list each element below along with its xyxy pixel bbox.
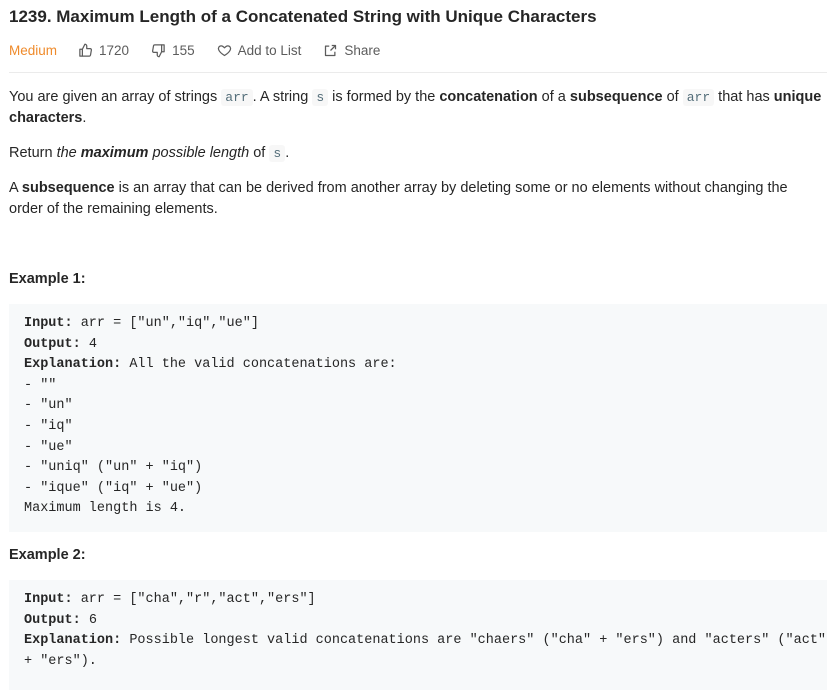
desc-text: You are given an array of strings — [9, 89, 222, 105]
explanation-line: + "ers"). — [24, 653, 97, 669]
input-value: arr = ["un","iq","ue"] — [72, 316, 259, 331]
desc-text: is formed by the — [328, 89, 440, 105]
desc-text: order of the remaining elements. — [9, 201, 218, 217]
explanation-line: - "iq" — [24, 418, 73, 434]
description-paragraph-1: You are given an array of strings arr. A… — [9, 87, 827, 129]
add-to-list-label: Add to List — [237, 42, 302, 58]
example-output-line: Output: 4 — [24, 335, 812, 356]
desc-text: . — [285, 145, 290, 161]
heart-icon — [217, 44, 231, 56]
inline-code-s: s — [269, 145, 286, 162]
italic-text: possible length — [148, 145, 250, 161]
explanation-label: Explanation: — [24, 633, 122, 649]
desc-text: . A string — [252, 89, 313, 105]
example-explanation-line: Explanation: Possible longest valid conc… — [24, 631, 826, 652]
desc-text: of — [662, 89, 683, 105]
example-explanation-line: Explanation: All the valid concatenation… — [24, 355, 812, 376]
example-2-code-block: Input: arr = ["cha","r","act","ers"] Out… — [9, 580, 827, 690]
explanation-label: Explanation: — [24, 357, 122, 373]
example-2-heading: Example 2: — [9, 547, 86, 563]
inline-code-arr: arr — [221, 89, 253, 106]
italic-text: the — [56, 145, 81, 161]
like-count: 1720 — [99, 42, 130, 58]
difficulty-badge: Medium — [9, 42, 58, 58]
desc-text: is an array that can be derived from ano… — [114, 180, 788, 196]
output-label: Output: — [24, 336, 81, 352]
dislike-count: 155 — [172, 42, 195, 58]
example-output-line: Output: 6 — [24, 611, 812, 632]
explanation-line: - "un" — [24, 398, 73, 414]
bold-term-concatenation: concatenation — [439, 89, 538, 105]
input-label: Input: — [24, 316, 73, 331]
example-1-code-block: Input: arr = ["un","iq","ue"] Output: 4 … — [9, 304, 827, 532]
explanation-value: All the valid concatenations are: — [121, 357, 397, 373]
description-paragraph-2: Return the maximum possible length of s. — [9, 143, 827, 164]
example-input-line: Input: arr = ["cha","r","act","ers"] — [24, 590, 812, 611]
desc-text: that has — [714, 89, 774, 105]
share-label: Share — [344, 42, 381, 58]
thumbs-up-icon — [79, 43, 93, 57]
bold-term-characters: characters — [9, 110, 83, 126]
explanation-line: - "ique" ("iq" + "ue") — [24, 480, 203, 496]
output-label: Output: — [24, 612, 81, 628]
bold-term-unique: unique — [773, 89, 822, 105]
example-input-line: Input: arr = ["un","iq","ue"] — [24, 314, 812, 335]
explanation-line: - "" — [24, 377, 57, 393]
share-button[interactable]: Share — [323, 43, 380, 58]
output-value: 6 — [80, 612, 97, 628]
desc-text: . — [82, 110, 87, 126]
desc-text: A — [9, 180, 22, 196]
problem-title: 1239. Maximum Length of a Concatenated S… — [9, 7, 597, 26]
add-to-list-button[interactable]: Add to List — [217, 42, 302, 58]
output-value: 4 — [80, 336, 97, 352]
explanation-line: - "uniq" ("un" + "iq") — [24, 460, 203, 476]
desc-text: of a — [537, 89, 570, 105]
explanation-value: Possible longest valid concatenations ar… — [121, 633, 827, 649]
explanation-line: - "ue" — [24, 439, 73, 455]
share-icon — [325, 44, 337, 56]
input-label: Input: — [24, 592, 73, 607]
inline-code-s: s — [312, 89, 329, 106]
like-button[interactable]: 1720 — [78, 43, 129, 58]
desc-text: Return — [9, 145, 57, 161]
thumbs-down-icon — [152, 43, 165, 57]
header-divider — [9, 72, 827, 73]
inline-code-arr: arr — [682, 89, 715, 106]
bold-term-subsequence: subsequence — [21, 180, 115, 196]
bold-term-subsequence: subsequence — [569, 89, 663, 105]
problem-meta-bar: Medium 1720 155 Add to List Share — [9, 40, 402, 60]
example-1-heading: Example 1: — [9, 271, 86, 287]
desc-text: of — [249, 145, 270, 161]
dislike-button[interactable]: 155 — [151, 43, 195, 58]
explanation-line: Maximum length is 4. — [24, 501, 187, 517]
bold-italic-term-maximum: maximum — [80, 145, 149, 161]
description-paragraph-3: A subsequence is an array that can be de… — [9, 178, 827, 220]
input-value: arr = ["cha","r","act","ers"] — [72, 592, 316, 607]
